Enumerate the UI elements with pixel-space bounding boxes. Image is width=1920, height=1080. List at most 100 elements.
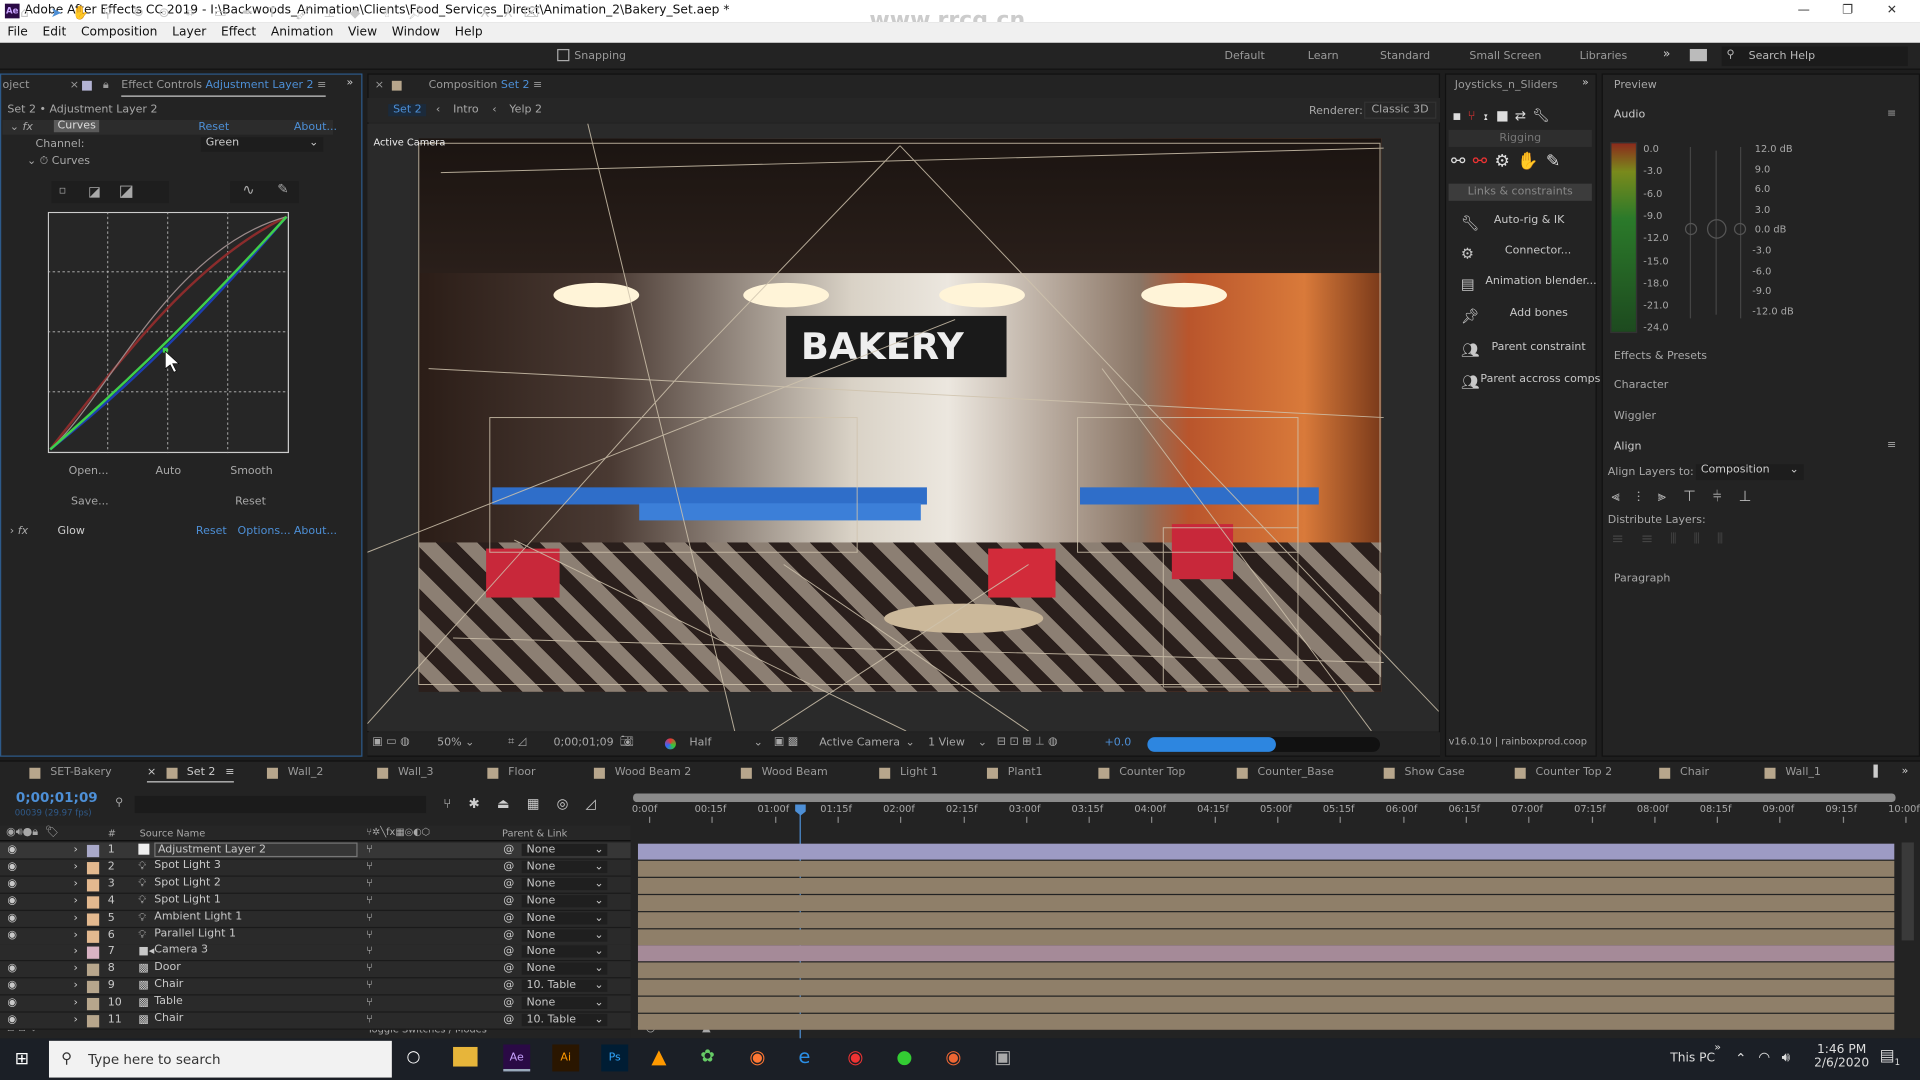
timeline-tab[interactable]: Counter Top 2 bbox=[1514, 767, 1612, 779]
save-button[interactable]: Save... bbox=[71, 496, 109, 508]
close-tab-icon[interactable]: × bbox=[147, 767, 156, 779]
label-color-swatch[interactable] bbox=[86, 947, 100, 960]
snapshot-camera-icon[interactable]: 📷︎ bbox=[620, 736, 634, 748]
small-graph-button[interactable]: ▫ bbox=[59, 185, 66, 197]
pickwhip-icon[interactable]: @ bbox=[503, 895, 514, 907]
this-pc-label[interactable]: This PC bbox=[1670, 1052, 1715, 1065]
menu-layer[interactable]: Layer bbox=[165, 22, 214, 43]
slider-knob[interactable] bbox=[1706, 219, 1727, 239]
smooth-button[interactable]: Smooth bbox=[230, 465, 273, 477]
visibility-eye-icon[interactable]: ◉ bbox=[7, 997, 17, 1009]
align-buttons[interactable]: ⫷⫶⫸⊤⫩⊥ bbox=[1611, 487, 1768, 505]
notifications-icon[interactable]: ▤1 bbox=[1880, 1047, 1901, 1067]
joystick-item[interactable]: Add bones bbox=[1510, 307, 1568, 319]
app-taskbar-icon[interactable]: ◉ bbox=[847, 1046, 863, 1068]
layer-name[interactable]: Ambient Light 1 bbox=[154, 911, 242, 923]
pen-tool-icon[interactable]: ✒ bbox=[238, 5, 258, 22]
timeline-tab[interactable]: Floor bbox=[487, 767, 536, 779]
workspace-small-screen[interactable]: Small Screen bbox=[1469, 50, 1541, 62]
expand-chevron-icon[interactable]: › bbox=[73, 980, 77, 992]
pickwhip-icon[interactable]: @ bbox=[503, 997, 514, 1009]
menu-view[interactable]: View bbox=[341, 22, 385, 43]
tab-composition[interactable]: Composition Set 2 ≡ bbox=[429, 80, 543, 92]
selection-tool-icon[interactable]: ➤ bbox=[47, 5, 67, 22]
expand-chevron-icon[interactable]: › bbox=[73, 963, 77, 975]
pickwhip-icon[interactable]: @ bbox=[503, 946, 514, 958]
panel-expand-icon[interactable]: » bbox=[347, 77, 354, 89]
taskbar-search-input[interactable]: ⚲ Type here to search bbox=[48, 1040, 392, 1078]
layer-row[interactable]: ◉ › 4 💡︎ Spot Light 1 ⑂ @ None ⌄ bbox=[0, 893, 631, 911]
edge-taskbar-icon[interactable]: e bbox=[798, 1044, 810, 1067]
current-time-display[interactable]: 0;00;01;09 bbox=[553, 737, 613, 749]
slider-knob[interactable] bbox=[1684, 222, 1698, 236]
open-button[interactable]: Open... bbox=[69, 465, 109, 477]
expand-chevron-icon[interactable]: › bbox=[73, 844, 77, 856]
3d-view-dropdown[interactable]: Active Camera ⌄ bbox=[819, 737, 915, 749]
slider-knob[interactable] bbox=[1733, 222, 1747, 236]
label-color-swatch[interactable] bbox=[86, 844, 100, 858]
pickwhip-icon[interactable]: @ bbox=[503, 861, 514, 873]
curves-effect-header[interactable] bbox=[2, 120, 334, 135]
tab-project[interactable]: oject bbox=[2, 80, 29, 92]
label-color-swatch[interactable] bbox=[86, 895, 100, 909]
joystick-item[interactable]: Animation blender... bbox=[1485, 276, 1596, 288]
timeline-tab[interactable]: × Set 2 ≡ bbox=[146, 767, 235, 783]
brush-tool-icon[interactable]: 🖌︎ bbox=[294, 5, 314, 22]
align-menu-icon[interactable]: ≡ bbox=[1887, 440, 1896, 452]
panel-expand-icon[interactable]: » bbox=[1582, 77, 1589, 89]
resolution-dropdown[interactable]: Half ⌄ bbox=[689, 737, 762, 749]
transparency-grid-icon[interactable]: ▣ ▩ bbox=[774, 736, 798, 748]
col-source-name[interactable]: Source Name bbox=[140, 828, 206, 839]
search-help-input[interactable]: ⚲ Search Help bbox=[1721, 46, 1908, 67]
label-color-swatch[interactable] bbox=[86, 930, 100, 943]
visibility-eye-icon[interactable]: ◉ bbox=[7, 861, 17, 873]
shy-switch-icon[interactable]: ⑂ bbox=[366, 946, 373, 958]
label-color-swatch[interactable] bbox=[86, 1015, 100, 1028]
shy-switch-icon[interactable]: ⑂ bbox=[366, 895, 373, 907]
layer-name[interactable]: Spot Light 1 bbox=[154, 894, 221, 906]
layer-row[interactable]: ◉ › 10 ▩ Table ⑂ @ None ⌄ bbox=[0, 995, 631, 1013]
timeline-tab[interactable]: Wall_3 bbox=[377, 767, 434, 779]
parent-dropdown[interactable]: None ⌄ bbox=[521, 894, 608, 907]
preview-icons[interactable]: ▣ ▭ ◍ bbox=[372, 736, 409, 748]
layer-duration-bar[interactable] bbox=[637, 979, 1895, 996]
curves-reset-link[interactable]: Reset bbox=[198, 121, 229, 133]
layer-row[interactable]: ◉ › 11 ▩ Chair ⑂ @ 10. Table ⌄ bbox=[0, 1012, 631, 1030]
pickwhip-icon[interactable]: @ bbox=[503, 980, 514, 992]
color-channel-icon[interactable] bbox=[664, 738, 676, 750]
expand-chevron-icon[interactable]: › bbox=[73, 878, 77, 890]
local-axis-tool-icon[interactable]: ⅄ bbox=[475, 5, 495, 22]
label-color-swatch[interactable] bbox=[86, 861, 100, 875]
menu-effect[interactable]: Effect bbox=[214, 22, 264, 43]
curves-graph[interactable] bbox=[47, 211, 290, 454]
clock[interactable]: 1:46 PM 2/6/2020 bbox=[1813, 1043, 1869, 1070]
parent-dropdown[interactable]: 10. Table ⌄ bbox=[521, 1013, 608, 1027]
layer-name[interactable]: Camera 3 bbox=[154, 945, 208, 957]
hand-tool-icon[interactable]: ✋ bbox=[71, 5, 91, 22]
renderer-button[interactable]: Classic 3D bbox=[1364, 101, 1436, 119]
menu-file[interactable]: File bbox=[0, 22, 35, 43]
layer-row[interactable]: ◉ › 6 💡︎ Parallel Light 1 ⑂ @ None ⌄ bbox=[0, 927, 631, 945]
shy-switch-icon[interactable]: ⑂ bbox=[366, 963, 373, 975]
volume-icon[interactable]: 🔊︎ bbox=[1782, 1049, 1790, 1066]
shy-switch-icon[interactable]: ⑂ bbox=[366, 878, 373, 890]
zoom-tool-icon[interactable]: ⚲ bbox=[98, 5, 118, 22]
menu-composition[interactable]: Composition bbox=[74, 22, 165, 43]
visibility-eye-icon[interactable]: ◉ bbox=[7, 912, 17, 924]
workspace-layout-icon[interactable] bbox=[1689, 48, 1707, 62]
character-header[interactable]: Character bbox=[1614, 380, 1668, 392]
parent-dropdown[interactable]: None ⌄ bbox=[521, 928, 608, 942]
glow-reset-link[interactable]: Reset bbox=[196, 525, 227, 537]
layer-name[interactable]: Adjustment Layer 2 bbox=[154, 842, 358, 858]
expand-chevron-icon[interactable]: › bbox=[73, 895, 77, 907]
exposure-value[interactable]: +0.0 bbox=[1104, 737, 1131, 749]
curves-about-link[interactable]: About... bbox=[294, 121, 337, 133]
layer-duration-bar[interactable] bbox=[637, 877, 1895, 894]
visibility-eye-icon[interactable]: ◉ bbox=[7, 1014, 17, 1026]
timeline-tab[interactable]: Wood Beam 2 bbox=[593, 767, 691, 779]
task-view-icon[interactable]: ○ bbox=[407, 1048, 421, 1066]
layer-row[interactable]: ◉ › 1 Adjustment Layer 2 ⑂ @ None ⌄ bbox=[0, 842, 631, 860]
joystick-item[interactable]: Parent accross comps bbox=[1480, 373, 1600, 385]
toolbar-expand-icon[interactable]: » bbox=[1714, 1042, 1721, 1054]
world-axis-tool-icon[interactable]: ⅄ bbox=[498, 5, 518, 22]
